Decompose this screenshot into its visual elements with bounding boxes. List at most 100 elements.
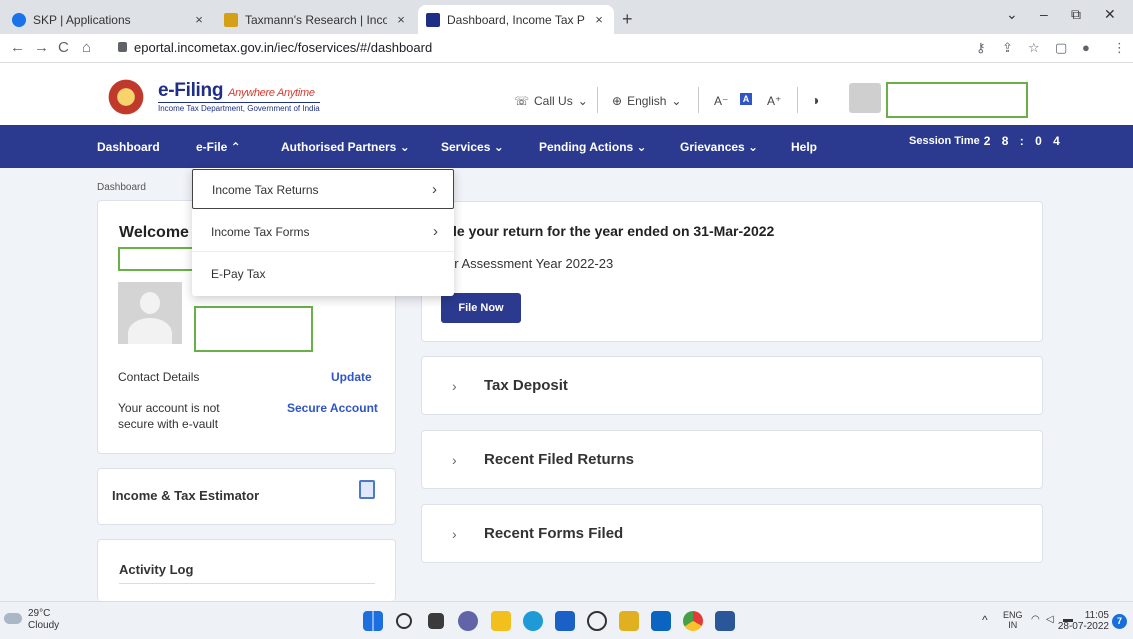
file-now-button[interactable]: File Now	[441, 293, 521, 323]
show-hidden-icons-button[interactable]: ^	[982, 613, 988, 627]
browser-tab-bar: SKP | Applications × Taxmann's Research …	[0, 0, 1133, 34]
password-key-icon[interactable]: ⚷	[976, 40, 986, 56]
forward-icon[interactable]: →	[34, 39, 49, 56]
task-view-icon[interactable]	[428, 613, 444, 629]
profile-photo[interactable]	[118, 282, 182, 344]
nav-services[interactable]: Services ⌄	[441, 140, 504, 154]
tab-search-icon[interactable]: ⌄	[1006, 6, 1018, 23]
nav-efile[interactable]: e-File ⌃	[196, 140, 241, 154]
logo-tagline: Anywhere Anytime	[228, 87, 315, 99]
close-tab-icon[interactable]: ×	[192, 12, 206, 27]
decrease-font-button[interactable]: A⁻	[714, 94, 728, 108]
tab-title: Taxmann's Research | Income Tax	[245, 12, 387, 27]
app-el-icon[interactable]	[619, 611, 639, 631]
calculator-icon[interactable]	[359, 480, 375, 499]
welcome-heading: Welcome I	[119, 224, 198, 241]
call-us-dropdown[interactable]: ☏ Call Us ⌄	[514, 94, 588, 108]
nav-dashboard[interactable]: Dashboard	[97, 140, 160, 154]
chrome-icon[interactable]	[683, 611, 703, 631]
chat-icon[interactable]	[458, 611, 478, 631]
notification-badge[interactable]: 7	[1112, 614, 1127, 629]
profile-icon[interactable]: ●	[1082, 40, 1090, 55]
store-icon[interactable]	[555, 611, 575, 631]
call-us-label: Call Us	[534, 94, 573, 108]
redacted-pan-box	[194, 306, 313, 352]
estimator-label: Income & Tax Estimator	[112, 488, 260, 503]
menu-item-label: Income Tax Forms	[211, 225, 310, 239]
income-tax-favicon-icon	[426, 12, 440, 27]
wifi-icon[interactable]: ◠	[1031, 614, 1040, 625]
menu-item-label: E-Pay Tax	[211, 267, 266, 281]
nav-help[interactable]: Help	[791, 140, 817, 154]
back-icon[interactable]: ←	[10, 39, 25, 56]
close-window-button[interactable]: ✕	[1104, 6, 1116, 23]
outlook-icon[interactable]	[651, 611, 671, 631]
chevron-right-icon: ›	[452, 378, 457, 394]
account-security-message: Your account is not	[118, 401, 220, 415]
restore-button[interactable]: ⧉	[1071, 6, 1081, 23]
efiling-logo[interactable]: e-Filing Anywhere Anytime	[158, 80, 315, 102]
windows-start-icon[interactable]	[363, 611, 383, 631]
nav-grievances[interactable]: Grievances ⌄	[680, 140, 758, 154]
taxmann-favicon-icon	[224, 12, 238, 27]
date-text: 28-07-2022	[1057, 621, 1109, 632]
tab-title: SKP | Applications	[33, 12, 131, 27]
chevron-right-icon: ›	[452, 526, 457, 542]
menu-kebab-icon[interactable]: ⋮	[1113, 40, 1126, 56]
redacted-username-box[interactable]	[886, 82, 1028, 118]
chevron-right-icon: ›	[452, 452, 457, 468]
url-input[interactable]: eportal.incometax.gov.in/iec/foservices/…	[134, 40, 432, 55]
account-security-message-line2: secure with e-vault	[118, 417, 219, 431]
file-explorer-icon[interactable]	[491, 611, 511, 631]
language-indicator[interactable]: ENG IN	[1003, 610, 1023, 630]
close-tab-icon[interactable]: ×	[592, 12, 606, 27]
file-return-heading: le your return for the year ended on 31-…	[453, 223, 775, 239]
side-panel-icon[interactable]: ▢	[1055, 40, 1067, 56]
tab-taxmann[interactable]: Taxmann's Research | Income Tax ×	[216, 5, 416, 34]
national-emblem-icon	[104, 79, 148, 115]
recent-forms-filed-label: Recent Forms Filed	[484, 525, 624, 542]
recent-filed-returns-label: Recent Filed Returns	[484, 451, 635, 468]
windows-taskbar: 29°C Cloudy ^ ENG IN ◠ ◁ ▬ 11:05 28-07-2…	[0, 601, 1133, 639]
weather-widget[interactable]: 29°C Cloudy	[28, 608, 59, 632]
update-contact-link[interactable]: Update	[331, 370, 372, 384]
tab-dashboard-income-tax[interactable]: Dashboard, Income Tax Portal, G ×	[418, 5, 614, 34]
menu-item-e-pay-tax[interactable]: E-Pay Tax	[192, 254, 454, 294]
menu-item-income-tax-returns[interactable]: Income Tax Returns ›	[192, 169, 454, 209]
close-tab-icon[interactable]: ×	[394, 12, 408, 27]
nav-pending-actions[interactable]: Pending Actions ⌄	[539, 140, 647, 154]
volume-icon[interactable]: ◁	[1046, 614, 1054, 625]
divider	[797, 87, 798, 113]
nav-authorised-partners[interactable]: Authorised Partners ⌄	[281, 140, 410, 154]
new-tab-button[interactable]: +	[622, 9, 633, 30]
breadcrumb[interactable]: Dashboard	[97, 182, 146, 193]
secure-account-link[interactable]: Secure Account	[287, 401, 378, 415]
increase-font-button[interactable]: A⁺	[767, 94, 781, 108]
clock[interactable]: 11:05 28-07-2022	[1057, 610, 1109, 632]
tab-skp-applications[interactable]: SKP | Applications ×	[4, 5, 214, 34]
contact-details-label: Contact Details	[118, 370, 200, 384]
divider	[698, 87, 699, 113]
edge-browser-icon[interactable]	[523, 611, 543, 631]
chevron-right-icon: ›	[433, 223, 438, 240]
menu-item-income-tax-forms[interactable]: Income Tax Forms ›	[192, 212, 454, 252]
dell-icon[interactable]	[587, 611, 607, 631]
normal-font-button[interactable]: A	[740, 93, 752, 105]
home-icon[interactable]: ⌂	[82, 39, 91, 56]
minimize-button[interactable]: –	[1040, 6, 1048, 22]
logo-subtitle: Income Tax Department, Government of Ind…	[158, 102, 320, 113]
tax-deposit-label: Tax Deposit	[484, 377, 568, 394]
contrast-toggle-icon[interactable]: ◑	[811, 92, 819, 108]
lock-icon	[118, 42, 127, 52]
user-avatar[interactable]	[849, 83, 881, 113]
share-icon[interactable]: ⇪	[1002, 40, 1013, 56]
redacted-name-box	[118, 247, 194, 271]
language-dropdown[interactable]: ⊕ English ⌄	[612, 94, 681, 108]
divider	[119, 583, 375, 584]
reload-icon[interactable]: C	[58, 39, 69, 56]
word-icon[interactable]	[715, 611, 735, 631]
search-icon[interactable]	[396, 613, 412, 629]
session-time-value: 2 8 : 0 4	[983, 134, 1064, 148]
language-code: ENG	[1003, 610, 1023, 620]
bookmark-star-icon[interactable]: ☆	[1028, 40, 1040, 56]
